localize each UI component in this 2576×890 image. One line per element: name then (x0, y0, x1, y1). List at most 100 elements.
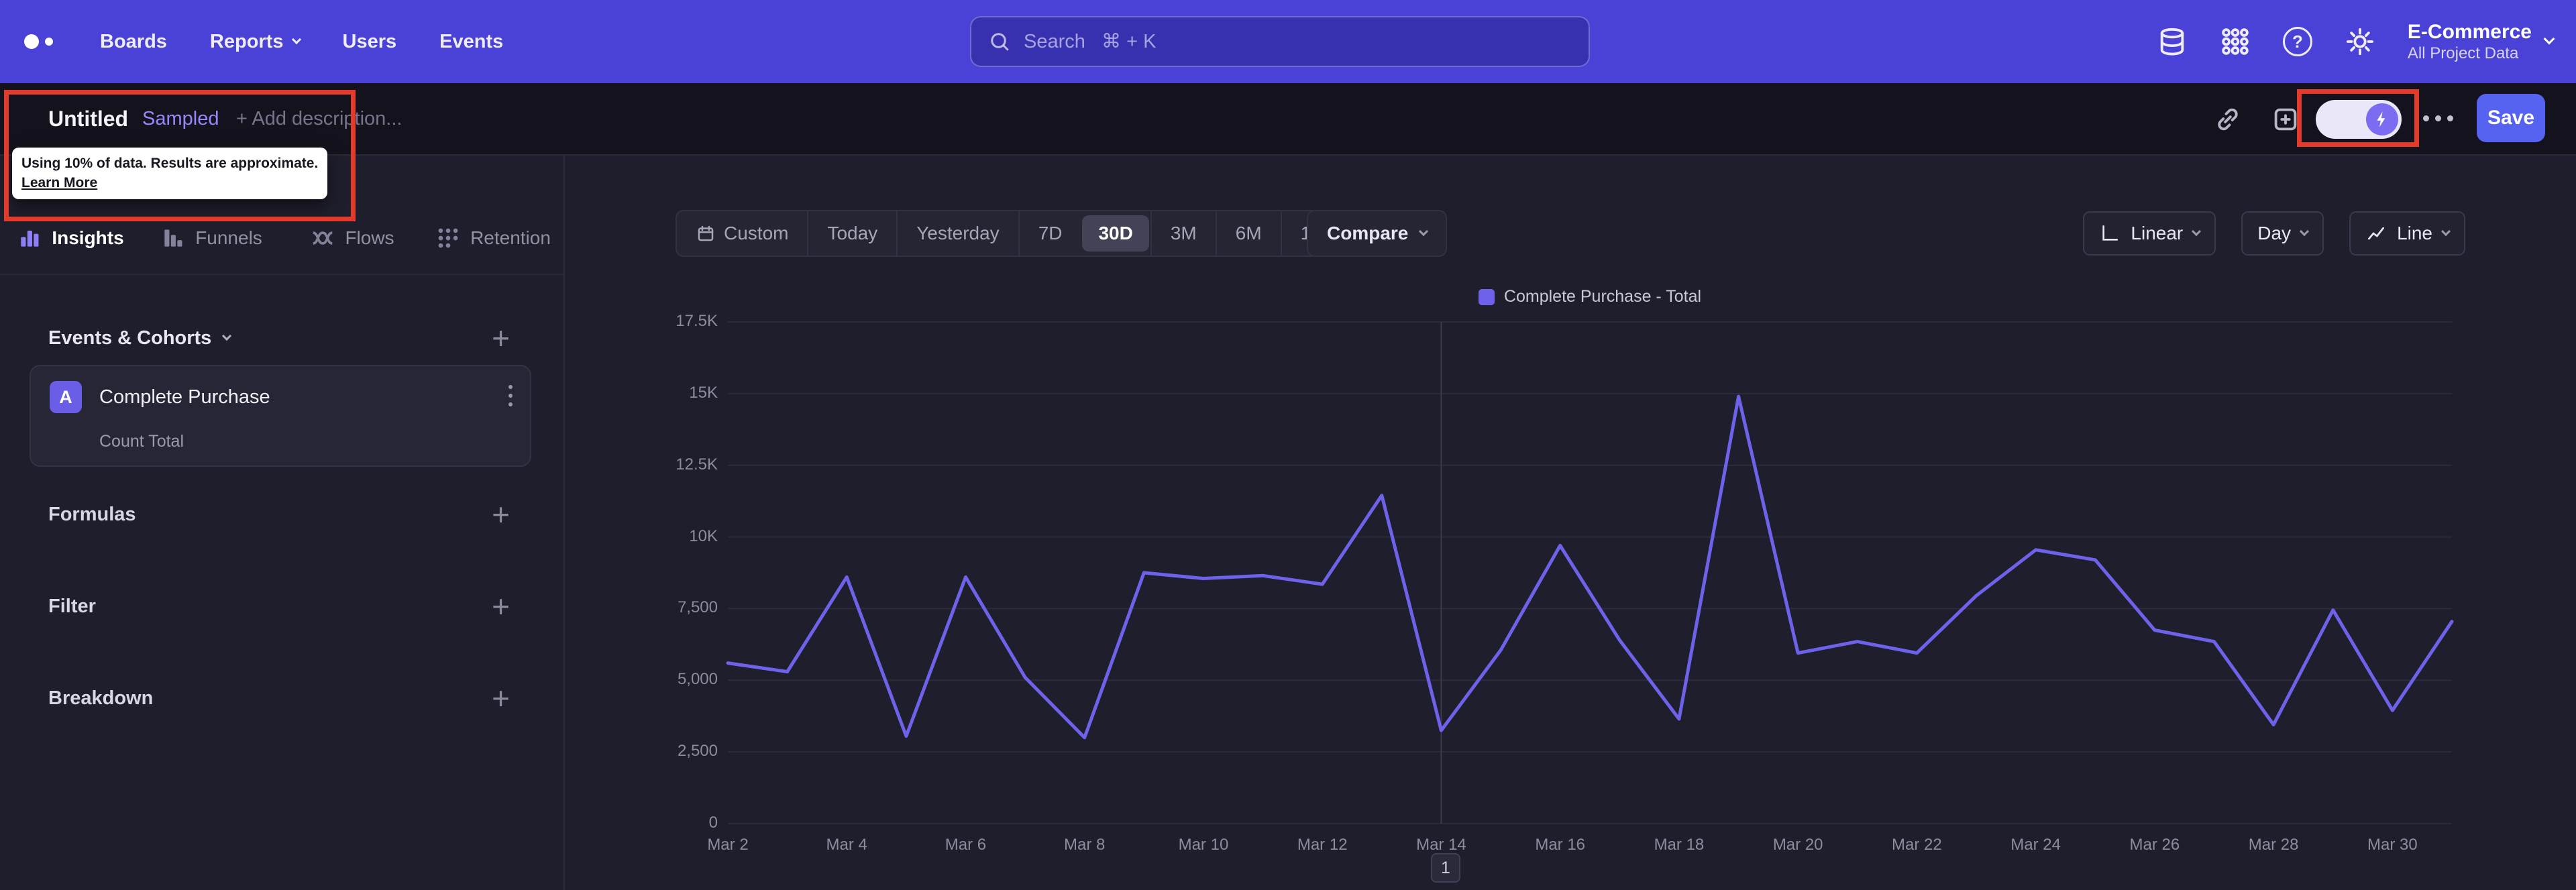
range-button-3m[interactable]: 3M (1150, 211, 1216, 256)
range-button-today[interactable]: Today (807, 211, 896, 256)
project-switcher[interactable]: E-Commerce All Project Data (2408, 20, 2555, 64)
global-search[interactable] (970, 16, 1590, 67)
y-tick-label: 17.5K (676, 312, 718, 330)
tab-funnels-label: Funnels (195, 227, 262, 248)
series-line (726, 394, 2454, 740)
pagination-page-button[interactable]: 1 (1431, 853, 1460, 883)
add-event-button[interactable]: + (492, 323, 510, 353)
sampling-toggle[interactable] (2316, 100, 2402, 139)
events-cohorts-header: Events & Cohorts + (48, 318, 510, 358)
chart-controls: Linear Day Line (2083, 211, 2465, 256)
apps-grid-icon[interactable] (2220, 26, 2251, 57)
nav-users-label: Users (342, 30, 397, 52)
tab-funnels[interactable]: Funnels (141, 225, 282, 251)
search-input[interactable] (1024, 30, 1572, 53)
tab-flows[interactable]: Flows (282, 225, 423, 251)
x-tick-label: Mar 16 (1535, 836, 1586, 854)
x-tick-label: Mar 26 (2129, 836, 2180, 854)
event-card[interactable]: A Complete Purchase Count Total (30, 365, 531, 467)
event-options-kebab[interactable] (508, 385, 513, 406)
chart-svg (726, 321, 2454, 824)
mixpanel-logo[interactable] (24, 34, 53, 49)
date-range-group: Custom TodayYesterday7D30D3M6M12M (676, 210, 1358, 257)
project-info: E-Commerce All Project Data (2408, 20, 2532, 64)
add-to-board-icon[interactable] (2270, 104, 2301, 135)
events-cohorts-title[interactable]: Events & Cohorts (48, 327, 211, 349)
x-tick-label: Mar 20 (1772, 836, 1823, 854)
y-tick-label: 12.5K (676, 455, 718, 474)
y-tick-label: 0 (708, 814, 718, 832)
x-tick-label: Mar 6 (945, 836, 987, 854)
event-metric[interactable]: Count Total (99, 432, 184, 451)
chevron-down-icon (2192, 226, 2202, 236)
more-options-button[interactable] (2423, 115, 2453, 121)
toggle-knob (2366, 103, 2398, 135)
lightning-icon (2377, 111, 2385, 127)
data-management-icon[interactable] (2157, 26, 2188, 57)
chart-type-dropdown[interactable]: Line (2349, 211, 2465, 256)
breakdown-title: Breakdown (48, 687, 154, 709)
y-tick-label: 15K (689, 383, 718, 402)
range-button-yesterday[interactable]: Yesterday (896, 211, 1018, 256)
copy-link-icon[interactable] (2212, 104, 2243, 135)
save-button[interactable]: Save (2477, 94, 2545, 142)
chevron-down-icon (222, 331, 232, 341)
tab-flows-label: Flows (345, 227, 394, 248)
tab-insights[interactable]: Insights (0, 225, 141, 251)
nav-reports[interactable]: Reports (209, 30, 301, 53)
add-description-button[interactable]: + Add description... (236, 83, 402, 154)
range-button-30d[interactable]: 30D (1082, 215, 1149, 252)
y-tick-label: 5,000 (677, 670, 718, 689)
nav-users[interactable]: Users (343, 31, 397, 53)
event-series-badge: A (50, 381, 82, 413)
compare-label: Compare (1327, 223, 1409, 243)
nav-boards-label: Boards (100, 30, 167, 52)
top-navigation-bar: Boards Reports Users Events ? E-Commerce… (0, 0, 2576, 83)
add-formula-button[interactable]: + (492, 499, 510, 530)
x-tick-label: Mar 4 (826, 836, 867, 854)
add-breakdown-button[interactable]: + (492, 683, 510, 714)
retention-icon (438, 228, 458, 248)
add-filter-button[interactable]: + (492, 591, 510, 622)
topnav-right-cluster: ? E-Commerce All Project Data (2157, 0, 2555, 83)
nav-events[interactable]: Events (439, 31, 503, 53)
custom-date-label: Custom (724, 223, 789, 243)
formulas-section: Formulas + (48, 494, 510, 535)
x-tick-label: Mar 2 (707, 836, 749, 854)
report-header-bar: Untitled Sampled + Add description... Sa… (0, 83, 2576, 156)
query-builder-sidebar: Insights Funnels Flows Retention Events … (0, 156, 565, 890)
x-tick-label: Mar 30 (2367, 836, 2418, 854)
search-icon (991, 33, 1009, 51)
sampling-tooltip-text: Using 10% of data. Results are approxima… (21, 156, 319, 171)
scale-dropdown[interactable]: Linear (2083, 211, 2216, 256)
chart-legend[interactable]: Complete Purchase - Total (728, 287, 2452, 307)
line-chart-icon (2368, 227, 2385, 240)
nav-boards[interactable]: Boards (100, 31, 167, 53)
custom-date-button[interactable]: Custom (677, 211, 807, 256)
help-icon[interactable]: ? (2282, 27, 2312, 56)
report-title[interactable]: Untitled (48, 83, 128, 154)
learn-more-link[interactable]: Learn More (21, 175, 97, 191)
tab-retention[interactable]: Retention (423, 225, 564, 251)
chevron-down-icon (2543, 33, 2555, 45)
project-name: E-Commerce (2407, 20, 2532, 43)
range-button-7d[interactable]: 7D (1018, 211, 1081, 256)
event-name[interactable]: Complete Purchase (99, 381, 270, 413)
flows-icon (313, 231, 333, 245)
chevron-down-icon (2440, 226, 2451, 236)
logo-dot-large (24, 34, 39, 49)
sampled-badge[interactable]: Sampled (142, 83, 219, 154)
chevron-down-icon (1419, 226, 1429, 236)
chevron-down-icon (291, 34, 301, 44)
interval-dropdown[interactable]: Day (2241, 211, 2324, 256)
settings-gear-icon[interactable] (2345, 26, 2375, 57)
x-tick-label: Mar 14 (1416, 836, 1466, 854)
line-chart[interactable] (726, 321, 2454, 824)
chart-type-label: Line (2397, 223, 2432, 243)
compare-button[interactable]: Compare (1307, 210, 1448, 257)
tab-retention-label: Retention (470, 227, 551, 248)
nav-reports-label: Reports (209, 30, 284, 52)
range-button-6m[interactable]: 6M (1215, 211, 1281, 256)
x-tick-label: Mar 12 (1297, 836, 1348, 854)
x-tick-label: Mar 24 (2010, 836, 2061, 854)
